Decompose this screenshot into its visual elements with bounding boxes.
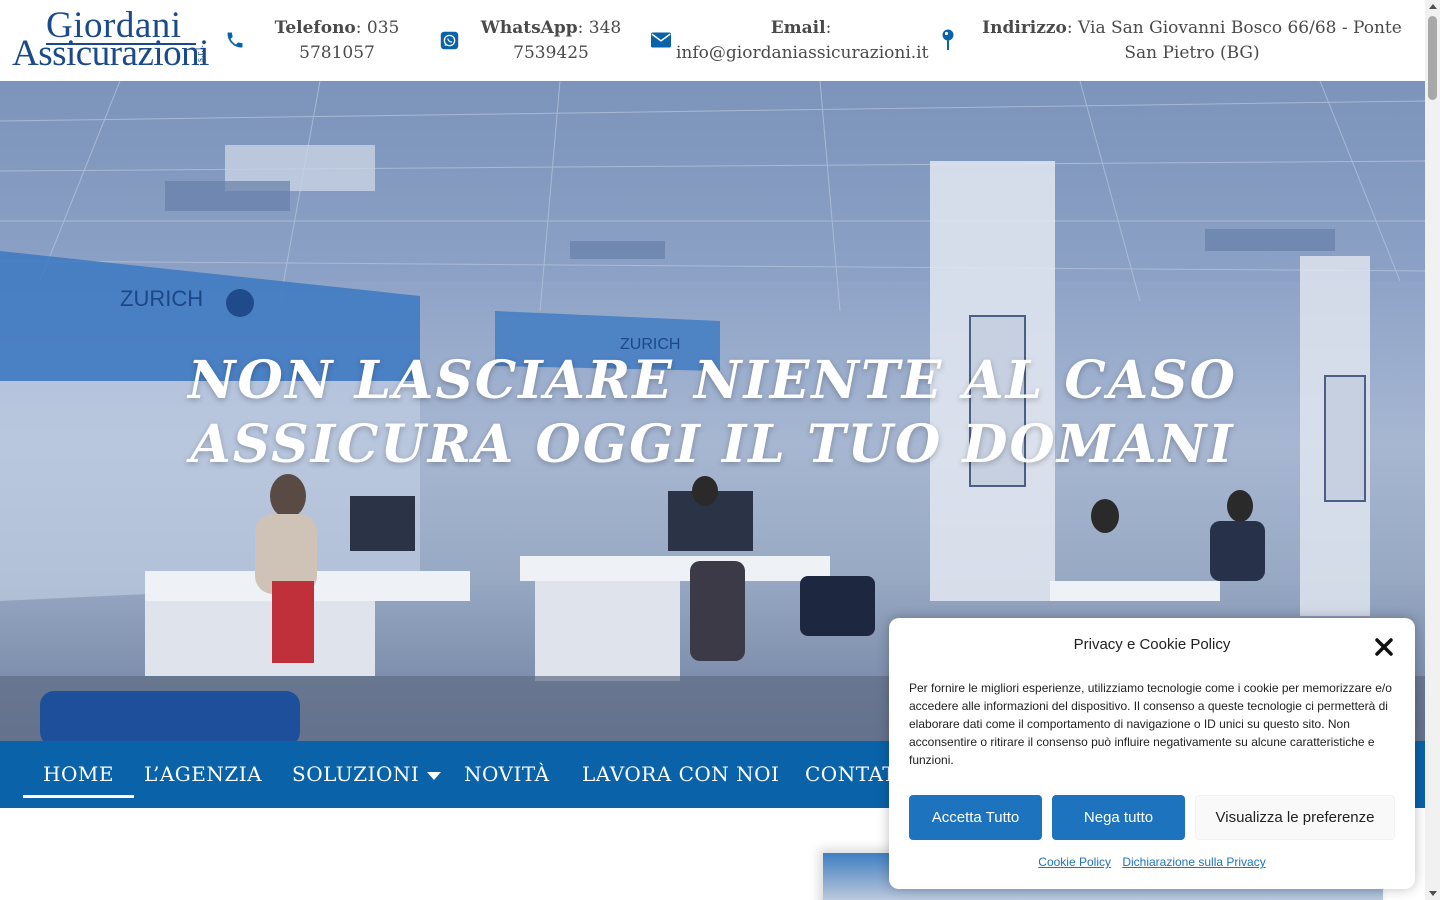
- phone-info[interactable]: Telefono: 035 5781057: [262, 16, 412, 66]
- address-info[interactable]: Indirizzo: Via San Giovanni Bosco 66/68 …: [968, 16, 1416, 66]
- nav-item-agenzia[interactable]: L’AGENZIA: [144, 741, 262, 808]
- whatsapp-info[interactable]: WhatsApp: 348 7539425: [476, 16, 626, 66]
- view-preferences-button[interactable]: Visualizza le preferenze: [1195, 795, 1395, 840]
- accept-all-button[interactable]: Accetta Tutto: [909, 795, 1042, 840]
- nav-item-novita[interactable]: NOVITÀ: [464, 741, 550, 808]
- map-pin-icon: [937, 29, 959, 51]
- whatsapp-icon: [438, 29, 460, 51]
- scroll-up-arrow-icon[interactable]: [1429, 4, 1437, 9]
- email-info[interactable]: Email: info@giordaniassicurazioni.it: [676, 16, 929, 66]
- nav-item-soluzioni-label: SOLUZIONI: [292, 762, 420, 786]
- phone-icon: [224, 29, 246, 51]
- caret-down-icon: [427, 771, 442, 780]
- address-value: Via San Giovanni Bosco 66/68 - Ponte San…: [1078, 18, 1402, 63]
- address-label: Indirizzo: [982, 18, 1067, 38]
- phone-label: Telefono: [274, 18, 356, 38]
- email-label: Email: [770, 18, 826, 38]
- hero-headline: NON LASCIARE NIENTE AL CASO ASSICURA OGG…: [0, 349, 1425, 477]
- email-value: info@giordaniassicurazioni.it: [676, 43, 929, 63]
- scroll-down-arrow-icon[interactable]: [1429, 891, 1437, 896]
- nav-item-lavora-con-noi[interactable]: LAVORA CON NOI: [582, 741, 779, 808]
- zurich-sign-left: ZURICH: [120, 286, 203, 311]
- privacy-statement-link[interactable]: Dichiarazione sulla Privacy: [1122, 855, 1265, 869]
- hero-headline-line2: ASSICURA OGGI IL TUO DOMANI: [190, 414, 1235, 475]
- close-icon[interactable]: [1373, 636, 1395, 658]
- cookie-policy-link[interactable]: Cookie Policy: [1038, 855, 1111, 869]
- logo-suffix: s.r.l.: [195, 45, 206, 62]
- nav-item-home[interactable]: HOME: [23, 741, 134, 808]
- cookie-dialog-links: Cookie Policy Dichiarazione sulla Privac…: [889, 855, 1415, 869]
- nav-item-soluzioni[interactable]: SOLUZIONI: [292, 741, 442, 808]
- scroll-thumb[interactable]: [1428, 16, 1437, 100]
- deny-all-button[interactable]: Nega tutto: [1052, 795, 1185, 840]
- cookie-dialog-title: Privacy e Cookie Policy: [1073, 636, 1231, 653]
- logo-line2: Assicurazioni: [12, 33, 209, 74]
- envelope-icon: [650, 29, 672, 51]
- page-scrollbar[interactable]: [1425, 0, 1440, 900]
- logo[interactable]: Giordani Assicurazioni s.r.l.: [12, 6, 209, 74]
- hero-headline-line1: NON LASCIARE NIENTE AL CASO: [188, 350, 1237, 411]
- top-bar: Giordani Assicurazioni s.r.l. Telefono: …: [0, 0, 1425, 81]
- cookie-consent-dialog: Privacy e Cookie Policy Per fornire le m…: [889, 618, 1415, 889]
- cookie-dialog-text: Per fornire le migliori esperienze, util…: [909, 681, 1392, 767]
- whatsapp-label: WhatsApp: [480, 18, 578, 38]
